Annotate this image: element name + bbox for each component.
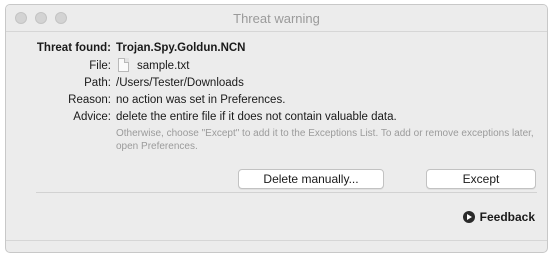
arrow-circle-icon xyxy=(462,211,475,223)
reason-row: Reason: no action was set in Preferences… xyxy=(6,92,547,108)
threat-name: Trojan.Spy.Goldun.NCN xyxy=(116,42,246,54)
divider xyxy=(36,192,537,193)
advice-hint: Otherwise, choose "Except" to add it to … xyxy=(116,128,534,152)
title-bar: Threat warning xyxy=(6,5,547,32)
document-icon xyxy=(118,58,129,72)
file-name: sample.txt xyxy=(137,60,190,72)
advice-label: Advice: xyxy=(73,111,111,123)
file-label: File: xyxy=(89,60,111,72)
except-button[interactable]: Except xyxy=(426,169,536,189)
feedback-link[interactable]: Feedback xyxy=(462,210,535,224)
path-label: Path: xyxy=(84,77,111,89)
file-value: sample.txt xyxy=(116,58,189,74)
threat-row: Threat found: Trojan.Spy.Goldun.NCN xyxy=(6,40,547,56)
threat-warning-window: Threat warning Threat found: Trojan.Spy.… xyxy=(5,4,548,253)
advice-row: Advice: delete the entire file if it doe… xyxy=(6,109,547,125)
window-title: Threat warning xyxy=(233,11,320,26)
bottom-divider xyxy=(6,240,547,241)
threat-found-label: Threat found: xyxy=(36,42,111,54)
path-value: /Users/Tester/Downloads xyxy=(116,77,244,89)
advice-value: delete the entire file if it does not co… xyxy=(116,111,397,123)
file-row: File: sample.txt xyxy=(6,58,547,74)
threat-details: Threat found: Trojan.Spy.Goldun.NCN File… xyxy=(6,32,547,252)
reason-label: Reason: xyxy=(68,94,111,106)
reason-value: no action was set in Preferences. xyxy=(116,94,286,106)
path-row: Path: /Users/Tester/Downloads xyxy=(6,75,547,91)
delete-manually-button[interactable]: Delete manually... xyxy=(238,169,384,189)
feedback-label: Feedback xyxy=(479,210,535,224)
